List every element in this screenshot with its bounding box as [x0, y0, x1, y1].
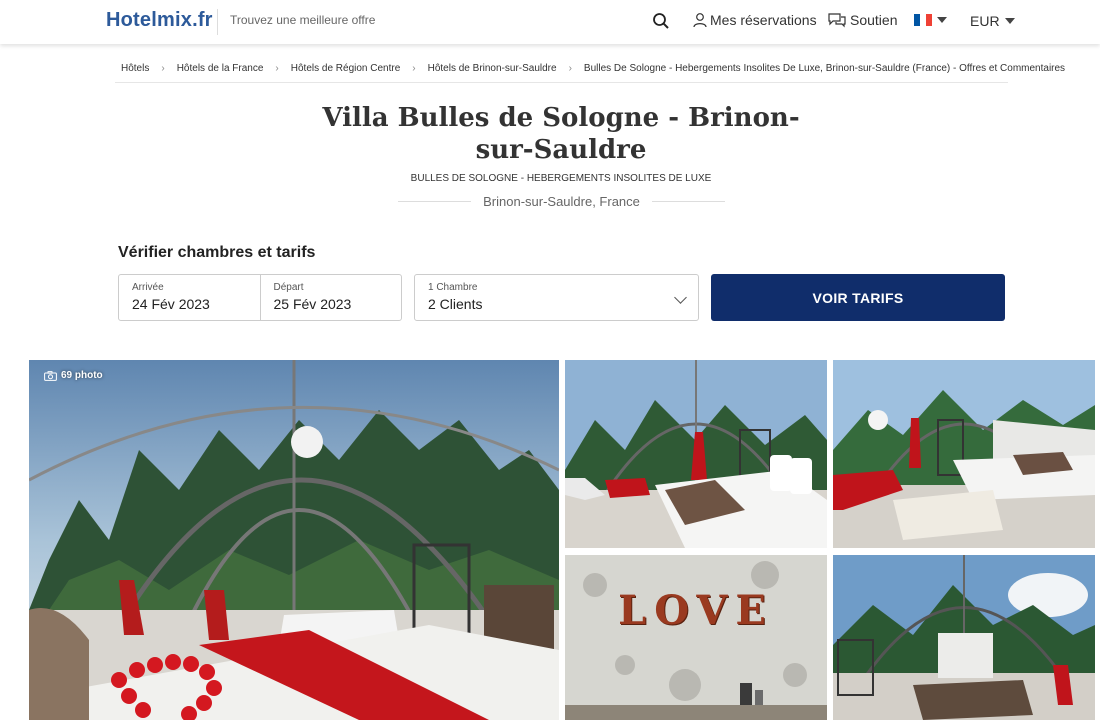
search-icon[interactable] — [652, 12, 670, 30]
divider-left — [398, 201, 472, 202]
french-flag-icon — [914, 14, 932, 26]
gallery-main-photo[interactable] — [29, 360, 559, 720]
breadcrumb-current: Bulles De Sologne - Hebergements Insolit… — [583, 63, 1066, 74]
arrival-label: Arrivée — [132, 282, 164, 293]
photo-count-badge[interactable]: 69 photo — [44, 370, 103, 381]
departure-value: 25 Fév 2023 — [273, 296, 352, 312]
support-label: Soutien — [850, 12, 898, 28]
departure-date-field[interactable]: Départ 25 Fév 2023 — [259, 275, 402, 320]
availability-heading: Vérifier chambres et tarifs — [118, 244, 316, 261]
breadcrumb-separator: › — [568, 63, 572, 74]
date-range-picker: Arrivée 24 Fév 2023 Départ 25 Fév 2023 — [118, 274, 402, 321]
hotel-title: Villa Bulles de Sologne - Brinon-sur-Sau… — [322, 103, 800, 165]
breadcrumb: Hôtels › Hôtels de la France › Hôtels de… — [115, 63, 1065, 83]
rooms-label: 1 Chambre — [428, 282, 478, 293]
language-selector[interactable] — [914, 14, 947, 26]
support-link[interactable]: Soutien — [827, 12, 897, 28]
breadcrumb-separator: › — [412, 63, 416, 74]
breadcrumb-item[interactable]: Hôtels de la France — [171, 63, 270, 82]
breadcrumb-item[interactable]: Hôtels — [115, 63, 155, 82]
view-rates-button[interactable]: VOIR TARIFS — [711, 274, 1005, 321]
guests-value: 2 Clients — [428, 296, 483, 312]
rooms-guests-selector[interactable]: 1 Chambre 2 Clients — [414, 274, 699, 321]
my-reservations-label: Mes réservations — [710, 12, 817, 28]
caret-down-icon — [1004, 18, 1015, 24]
camera-icon — [44, 370, 57, 381]
love-sign: LOVE — [618, 587, 774, 634]
divider-right — [651, 201, 726, 202]
currency-selector[interactable]: EUR — [970, 13, 1015, 29]
chat-bubbles-icon — [828, 13, 846, 28]
arrival-date-field[interactable]: Arrivée 24 Fév 2023 — [119, 275, 260, 320]
logo-divider — [217, 9, 218, 35]
gallery-photo-2[interactable] — [833, 360, 1095, 548]
hotel-subtitle: BULLES DE SOLOGNE - HEBERGEMENTS INSOLIT… — [410, 173, 712, 184]
arrival-value: 24 Fév 2023 — [132, 296, 210, 312]
user-icon — [693, 13, 707, 28]
site-tagline: Trouvez une meilleure offre — [230, 13, 376, 27]
top-navigation-bar: Hotelmix.fr Trouvez une meilleure offre … — [0, 0, 1100, 44]
site-logo[interactable]: Hotelmix.fr — [106, 9, 213, 32]
location-row: Brinon-sur-Sauldre, France — [398, 194, 726, 209]
departure-label: Départ — [273, 282, 304, 293]
my-reservations-link[interactable]: Mes réservations — [692, 12, 817, 28]
caret-down-icon — [937, 17, 947, 23]
breadcrumb-item[interactable]: Hôtels de Brinon-sur-Sauldre — [422, 63, 563, 82]
breadcrumb-item[interactable]: Hôtels de Région Centre — [285, 63, 407, 82]
breadcrumb-separator: › — [161, 63, 165, 74]
currency-label: EUR — [970, 13, 1000, 29]
gallery-photo-1[interactable] — [565, 360, 827, 548]
hotel-location: Brinon-sur-Sauldre, France — [483, 194, 640, 209]
breadcrumb-separator: › — [275, 63, 279, 74]
gallery-photo-4[interactable] — [833, 555, 1095, 720]
photo-count-label: 69 photo — [61, 370, 103, 381]
gallery-photo-3[interactable]: LOVE — [565, 555, 827, 720]
